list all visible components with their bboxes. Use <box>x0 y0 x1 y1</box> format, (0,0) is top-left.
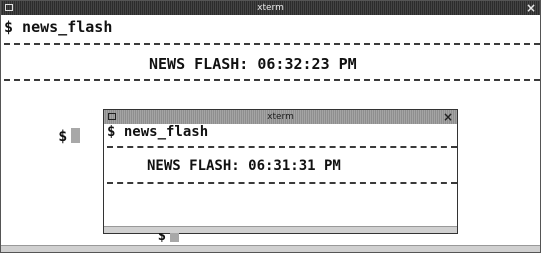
inner-window-title: xterm <box>267 112 294 122</box>
inner-terminal-area[interactable]: $ news_flash NEWS FLASH: 06:31:31 PM $ <box>107 124 457 244</box>
window-menu-icon[interactable] <box>5 4 13 11</box>
inner-titlebar[interactable]: xterm × <box>104 110 457 124</box>
inner-news-flash-text: NEWS FLASH: 06:31:31 PM <box>147 158 341 174</box>
outer-cursor <box>71 128 81 143</box>
outer-window-title: xterm <box>257 3 284 13</box>
outer-bottom-divider <box>4 79 540 81</box>
outer-command-line: $ news_flash <box>4 18 113 36</box>
outer-news-flash-text: NEWS FLASH: 06:32:23 PM <box>149 55 357 73</box>
outer-top-divider <box>4 43 540 45</box>
inner-bottom-bar <box>104 226 457 233</box>
inner-bottom-divider <box>107 182 457 184</box>
inner-xterm-window[interactable]: xterm × $ news_flash NEWS FLASH: 06:31:3… <box>103 109 458 244</box>
inner-top-divider <box>107 146 457 148</box>
outer-prompt-symbol: $ <box>58 127 68 145</box>
outer-prompt: $ <box>4 109 81 163</box>
inner-prompt: $ <box>107 210 180 262</box>
outer-titlebar[interactable]: xterm × <box>1 1 540 15</box>
close-icon[interactable]: × <box>443 110 453 124</box>
inner-command-line: $ news_flash <box>107 124 209 140</box>
outer-bottom-bar <box>1 245 540 252</box>
window-menu-icon[interactable] <box>108 113 116 120</box>
close-icon[interactable]: × <box>526 1 536 15</box>
